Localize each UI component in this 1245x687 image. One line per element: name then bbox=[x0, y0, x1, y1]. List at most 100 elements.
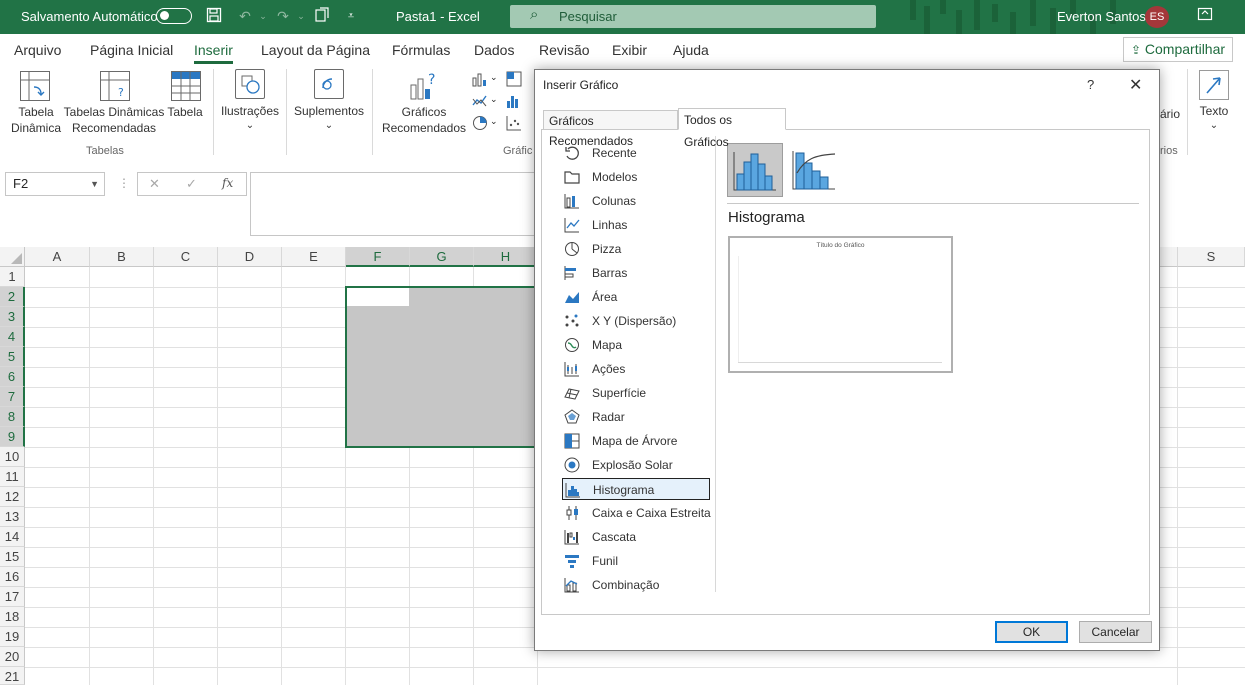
undo-icon[interactable]: ↶ bbox=[236, 7, 254, 25]
pie-chart-dropdown-icon[interactable]: ⌄ bbox=[490, 116, 498, 127]
recommended-charts-icon[interactable]: ? bbox=[408, 71, 438, 101]
redo-dropdown-icon[interactable]: ⌄ bbox=[292, 7, 310, 25]
row-header[interactable]: 9 bbox=[0, 427, 25, 447]
user-name[interactable]: Everton Santos bbox=[1057, 9, 1146, 24]
insert-function-icon[interactable]: fx bbox=[222, 176, 233, 190]
row-header[interactable]: 5 bbox=[0, 347, 25, 367]
customize-toolbar-icon[interactable]: ⩡ bbox=[342, 7, 360, 25]
name-box-dropdown-icon[interactable]: ▼ bbox=[90, 173, 99, 195]
row-header[interactable]: 19 bbox=[0, 627, 25, 647]
tab-todos-os-graficos[interactable]: Todos os Gráficos bbox=[678, 108, 786, 149]
hierarchy-chart-icon[interactable] bbox=[506, 71, 522, 87]
chart-type-mapa[interactable]: Mapa bbox=[562, 334, 710, 356]
row-header[interactable]: 1 bbox=[0, 267, 25, 287]
recommended-pivot-label[interactable]: Tabelas Dinâmicas Recomendadas bbox=[62, 104, 166, 136]
tab-layout-da-pagina[interactable]: Layout da Página bbox=[261, 42, 370, 58]
column-header-b[interactable]: B bbox=[90, 247, 154, 267]
chart-type-modelos[interactable]: Modelos bbox=[562, 166, 710, 188]
search-box[interactable]: ⌕ Pesquisar bbox=[510, 5, 876, 28]
column-header-a[interactable]: A bbox=[25, 247, 90, 267]
subtype-histogram[interactable] bbox=[727, 143, 783, 197]
addins-icon[interactable] bbox=[314, 69, 344, 99]
chart-type-barras[interactable]: Barras bbox=[562, 262, 710, 284]
row-header[interactable]: 12 bbox=[0, 487, 25, 507]
text-label[interactable]: Texto bbox=[1196, 103, 1232, 119]
undo-dropdown-icon[interactable]: ⌄ bbox=[254, 7, 272, 25]
touch-mode-icon[interactable] bbox=[313, 7, 331, 25]
row-header[interactable]: 15 bbox=[0, 547, 25, 567]
pivot-table-label[interactable]: Tabela Dinâmica bbox=[6, 104, 66, 136]
chart-type-xy-dispersao[interactable]: X Y (Dispersão) bbox=[562, 310, 710, 332]
column-header-d[interactable]: D bbox=[218, 247, 282, 267]
subtype-pareto[interactable] bbox=[787, 143, 843, 197]
chart-type-combinacao[interactable]: Combinação bbox=[562, 574, 710, 596]
chart-type-funil[interactable]: Funil bbox=[562, 550, 710, 572]
chart-type-area[interactable]: Área bbox=[562, 286, 710, 308]
column-header-h[interactable]: H bbox=[474, 247, 538, 267]
share-button[interactable]: ⇪ Compartilhar bbox=[1123, 37, 1233, 62]
scatter-chart-icon[interactable] bbox=[506, 115, 522, 131]
chart-type-colunas[interactable]: Colunas bbox=[562, 190, 710, 212]
row-header[interactable]: 21 bbox=[0, 667, 25, 685]
confirm-entry-icon[interactable]: ✓ bbox=[186, 176, 197, 192]
tab-formulas[interactable]: Fórmulas bbox=[392, 42, 450, 58]
redo-icon[interactable]: ↷ bbox=[274, 7, 292, 25]
save-icon[interactable] bbox=[205, 7, 223, 25]
row-header[interactable]: 17 bbox=[0, 587, 25, 607]
text-dropdown-icon[interactable]: ⌄ bbox=[1204, 118, 1224, 134]
column-header-s[interactable]: S bbox=[1178, 247, 1245, 267]
text-icon[interactable] bbox=[1199, 70, 1229, 100]
chart-type-mapa-de-arvore[interactable]: Mapa de Árvore bbox=[562, 430, 710, 452]
tab-arquivo[interactable]: Arquivo bbox=[14, 42, 61, 58]
addins-dropdown-icon[interactable]: ⌄ bbox=[319, 118, 339, 134]
tab-ajuda[interactable]: Ajuda bbox=[673, 42, 709, 58]
ribbon-display-icon[interactable] bbox=[1196, 7, 1214, 25]
illustrations-dropdown-icon[interactable]: ⌄ bbox=[240, 118, 260, 134]
column-chart-icon[interactable] bbox=[472, 71, 488, 87]
recommended-pivot-icon[interactable]: ? bbox=[100, 71, 130, 101]
select-all-corner[interactable] bbox=[0, 247, 25, 267]
ok-button[interactable]: OK bbox=[995, 621, 1068, 643]
tab-graficos-recomendados[interactable]: Gráficos Recomendados bbox=[543, 110, 678, 148]
name-box[interactable]: F2 ▼ bbox=[5, 172, 105, 196]
pivot-table-icon[interactable] bbox=[20, 71, 50, 101]
row-header[interactable]: 6 bbox=[0, 367, 25, 387]
tab-inserir[interactable]: Inserir bbox=[194, 42, 233, 64]
column-header-e[interactable]: E bbox=[282, 247, 346, 267]
tab-exibir[interactable]: Exibir bbox=[612, 42, 647, 58]
chart-type-radar[interactable]: Radar bbox=[562, 406, 710, 428]
avatar[interactable]: ES bbox=[1145, 6, 1169, 28]
autosave-toggle[interactable] bbox=[156, 8, 192, 24]
illustrations-icon[interactable] bbox=[235, 69, 265, 99]
column-header-g[interactable]: G bbox=[410, 247, 474, 267]
row-header[interactable]: 8 bbox=[0, 407, 25, 427]
row-header[interactable]: 11 bbox=[0, 467, 25, 487]
pie-chart-icon[interactable] bbox=[472, 115, 488, 131]
chart-type-cascata[interactable]: Cascata bbox=[562, 526, 710, 548]
row-header[interactable]: 10 bbox=[0, 447, 25, 467]
addins-label[interactable]: Suplementos bbox=[292, 103, 366, 119]
chart-type-superficie[interactable]: Superfície bbox=[562, 382, 710, 404]
chart-type-histograma[interactable]: Histograma bbox=[562, 478, 710, 500]
close-icon[interactable]: ✕ bbox=[1129, 75, 1142, 95]
recommended-charts-label[interactable]: Gráficos Recomendados bbox=[378, 104, 470, 136]
chart-type-pizza[interactable]: Pizza bbox=[562, 238, 710, 260]
row-header[interactable]: 2 bbox=[0, 287, 25, 307]
cancel-button[interactable]: Cancelar bbox=[1079, 621, 1152, 643]
chart-preview[interactable]: Título do Gráfico bbox=[728, 236, 953, 373]
tab-revisao[interactable]: Revisão bbox=[539, 42, 590, 58]
column-header-c[interactable]: C bbox=[154, 247, 218, 267]
line-chart-icon[interactable] bbox=[472, 93, 488, 109]
help-icon[interactable]: ? bbox=[1087, 77, 1094, 92]
row-header[interactable]: 18 bbox=[0, 607, 25, 627]
formula-input[interactable] bbox=[250, 172, 550, 236]
column-header-f[interactable]: F bbox=[346, 247, 410, 267]
illustrations-label[interactable]: Ilustrações bbox=[218, 103, 282, 119]
row-header[interactable]: 4 bbox=[0, 327, 25, 347]
chart-type-explosao-solar[interactable]: Explosão Solar bbox=[562, 454, 710, 476]
row-header[interactable]: 7 bbox=[0, 387, 25, 407]
chart-type-linhas[interactable]: Linhas bbox=[562, 214, 710, 236]
tab-dados[interactable]: Dados bbox=[474, 42, 514, 58]
line-chart-dropdown-icon[interactable]: ⌄ bbox=[490, 94, 498, 105]
row-header[interactable]: 14 bbox=[0, 527, 25, 547]
